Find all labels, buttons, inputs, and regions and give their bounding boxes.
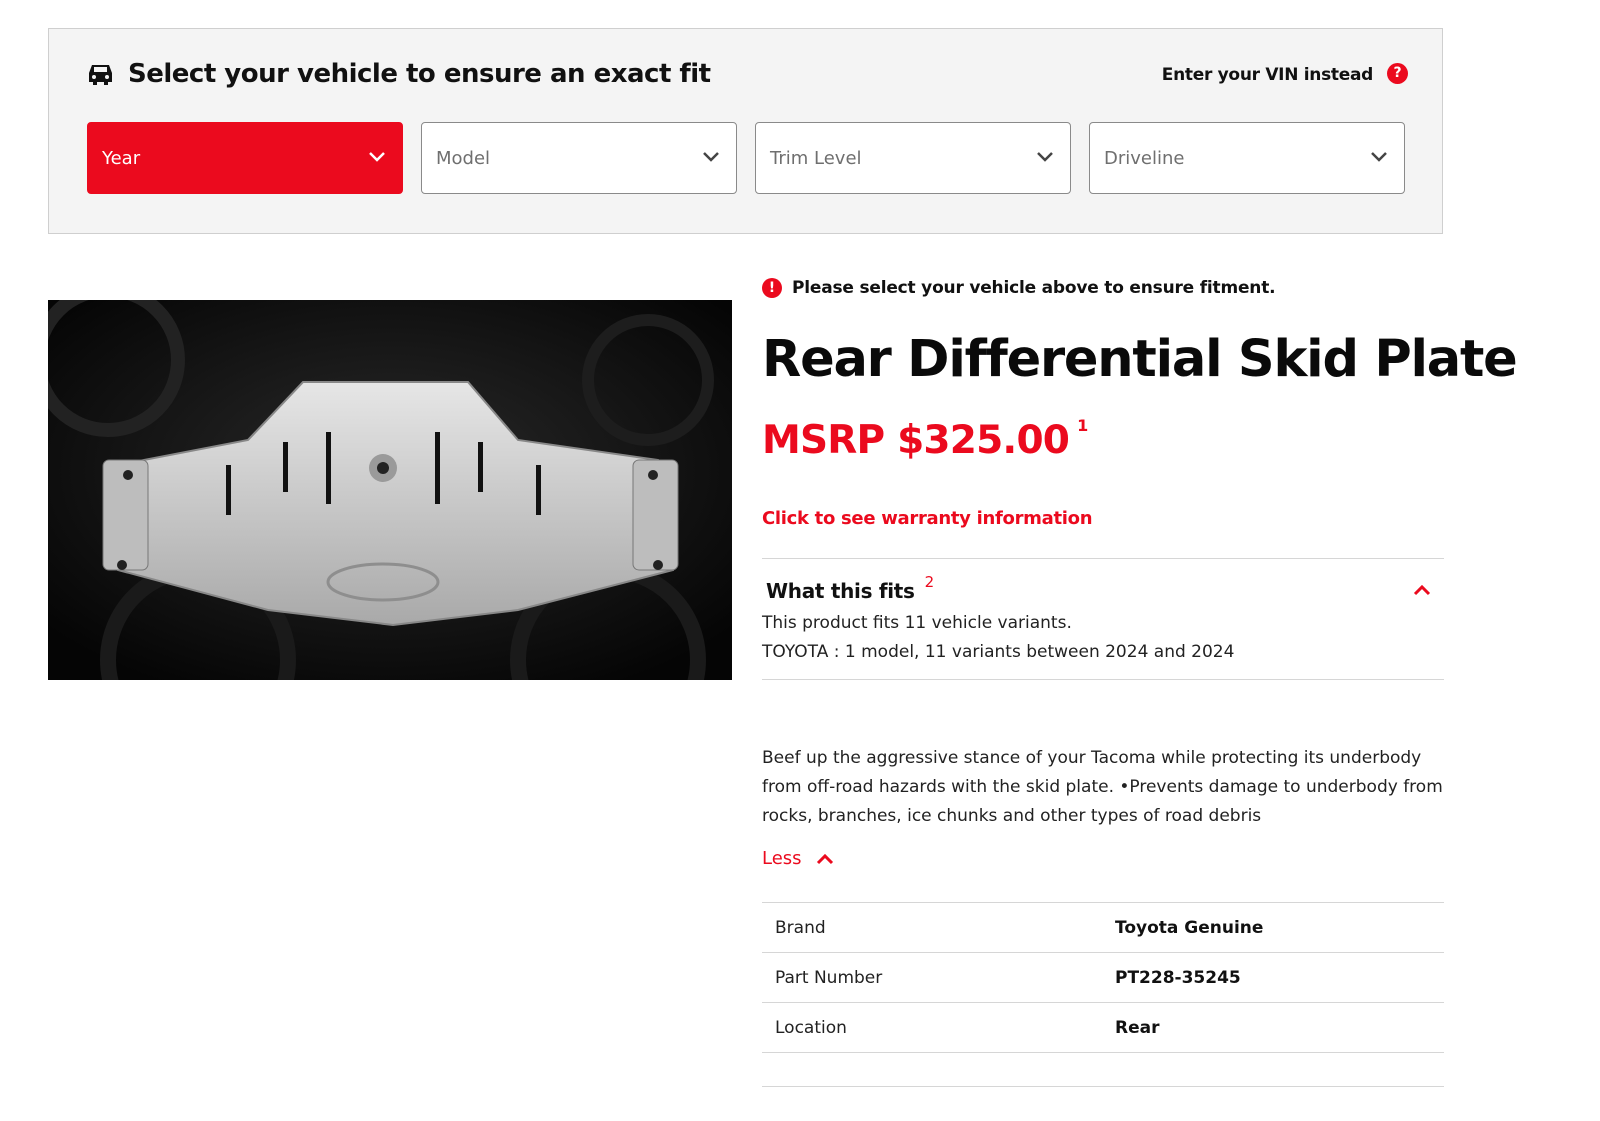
vehicle-dropdowns: Year Model Trim Level Driveline: [87, 122, 1405, 194]
what-this-fits-title: What this fits: [766, 579, 915, 603]
chevron-up-icon[interactable]: [1412, 583, 1432, 597]
alert-icon: !: [762, 278, 782, 298]
spec-value: Rear: [1103, 1002, 1444, 1053]
skid-plate-illustration: [48, 300, 732, 680]
enter-vin-label[interactable]: Enter your VIN instead: [1162, 65, 1374, 85]
vehicle-selector-panel: Select your vehicle to ensure an exact f…: [48, 28, 1443, 234]
product-image[interactable]: [48, 300, 732, 680]
product-description: Beef up the aggressive stance of your Ta…: [762, 748, 1443, 826]
spec-label: Part Number: [762, 952, 1103, 1003]
year-dropdown[interactable]: Year: [87, 122, 403, 194]
driveline-dropdown-label: Driveline: [1104, 147, 1185, 169]
product-title: Rear Differential Skid Plate: [762, 330, 1518, 389]
trim-level-dropdown-label: Trim Level: [770, 147, 862, 169]
spec-label: Brand: [762, 902, 1103, 953]
what-this-fits-header[interactable]: What this fits 2: [766, 573, 934, 603]
vehicle-selector-header: Select your vehicle to ensure an exact f…: [87, 59, 711, 89]
fitment-alert: ! Please select your vehicle above to en…: [762, 278, 1276, 298]
chevron-down-icon: [1371, 152, 1387, 162]
enter-vin-link[interactable]: Enter your VIN instead ?: [1162, 62, 1408, 85]
less-label[interactable]: Less: [762, 848, 802, 869]
spec-value: PT228-35245: [1103, 952, 1444, 1003]
chevron-down-icon: [703, 152, 719, 162]
chevron-up-icon[interactable]: [816, 853, 834, 865]
spec-value: Toyota Genuine: [1103, 902, 1444, 953]
table-row: Part Number PT228-35245: [762, 952, 1444, 1003]
car-icon: [89, 65, 112, 85]
fits-variant-count: This product fits 11 vehicle variants.: [762, 613, 1072, 633]
divider: [762, 1086, 1444, 1087]
fitment-alert-text: Please select your vehicle above to ensu…: [792, 278, 1276, 298]
chevron-down-icon: [1037, 152, 1053, 162]
specs-table: Brand Toyota Genuine Part Number PT228-3…: [762, 902, 1444, 1053]
help-icon[interactable]: ?: [1387, 62, 1408, 84]
what-this-fits-section: What this fits 2 This product fits 11 ve…: [762, 558, 1444, 680]
spec-label: Location: [762, 1002, 1103, 1053]
trim-level-dropdown[interactable]: Trim Level: [755, 122, 1071, 194]
fits-variant-summary: TOYOTA : 1 model, 11 variants between 20…: [762, 642, 1235, 662]
model-dropdown[interactable]: Model: [421, 122, 737, 194]
driveline-dropdown[interactable]: Driveline: [1089, 122, 1405, 194]
warranty-link[interactable]: Click to see warranty information: [762, 508, 1093, 529]
product-price: MSRP $325.00 1: [762, 416, 1088, 463]
less-toggle[interactable]: Less: [762, 848, 834, 869]
price-value: MSRP $325.00: [762, 418, 1070, 463]
model-dropdown-label: Model: [436, 147, 491, 169]
fits-footnote[interactable]: 2: [925, 573, 935, 591]
vehicle-selector-title: Select your vehicle to ensure an exact f…: [128, 59, 711, 89]
year-dropdown-label: Year: [102, 147, 141, 169]
chevron-down-icon: [369, 152, 385, 162]
table-row: Location Rear: [762, 1002, 1444, 1053]
price-footnote[interactable]: 1: [1077, 416, 1088, 435]
table-row: Brand Toyota Genuine: [762, 902, 1444, 953]
